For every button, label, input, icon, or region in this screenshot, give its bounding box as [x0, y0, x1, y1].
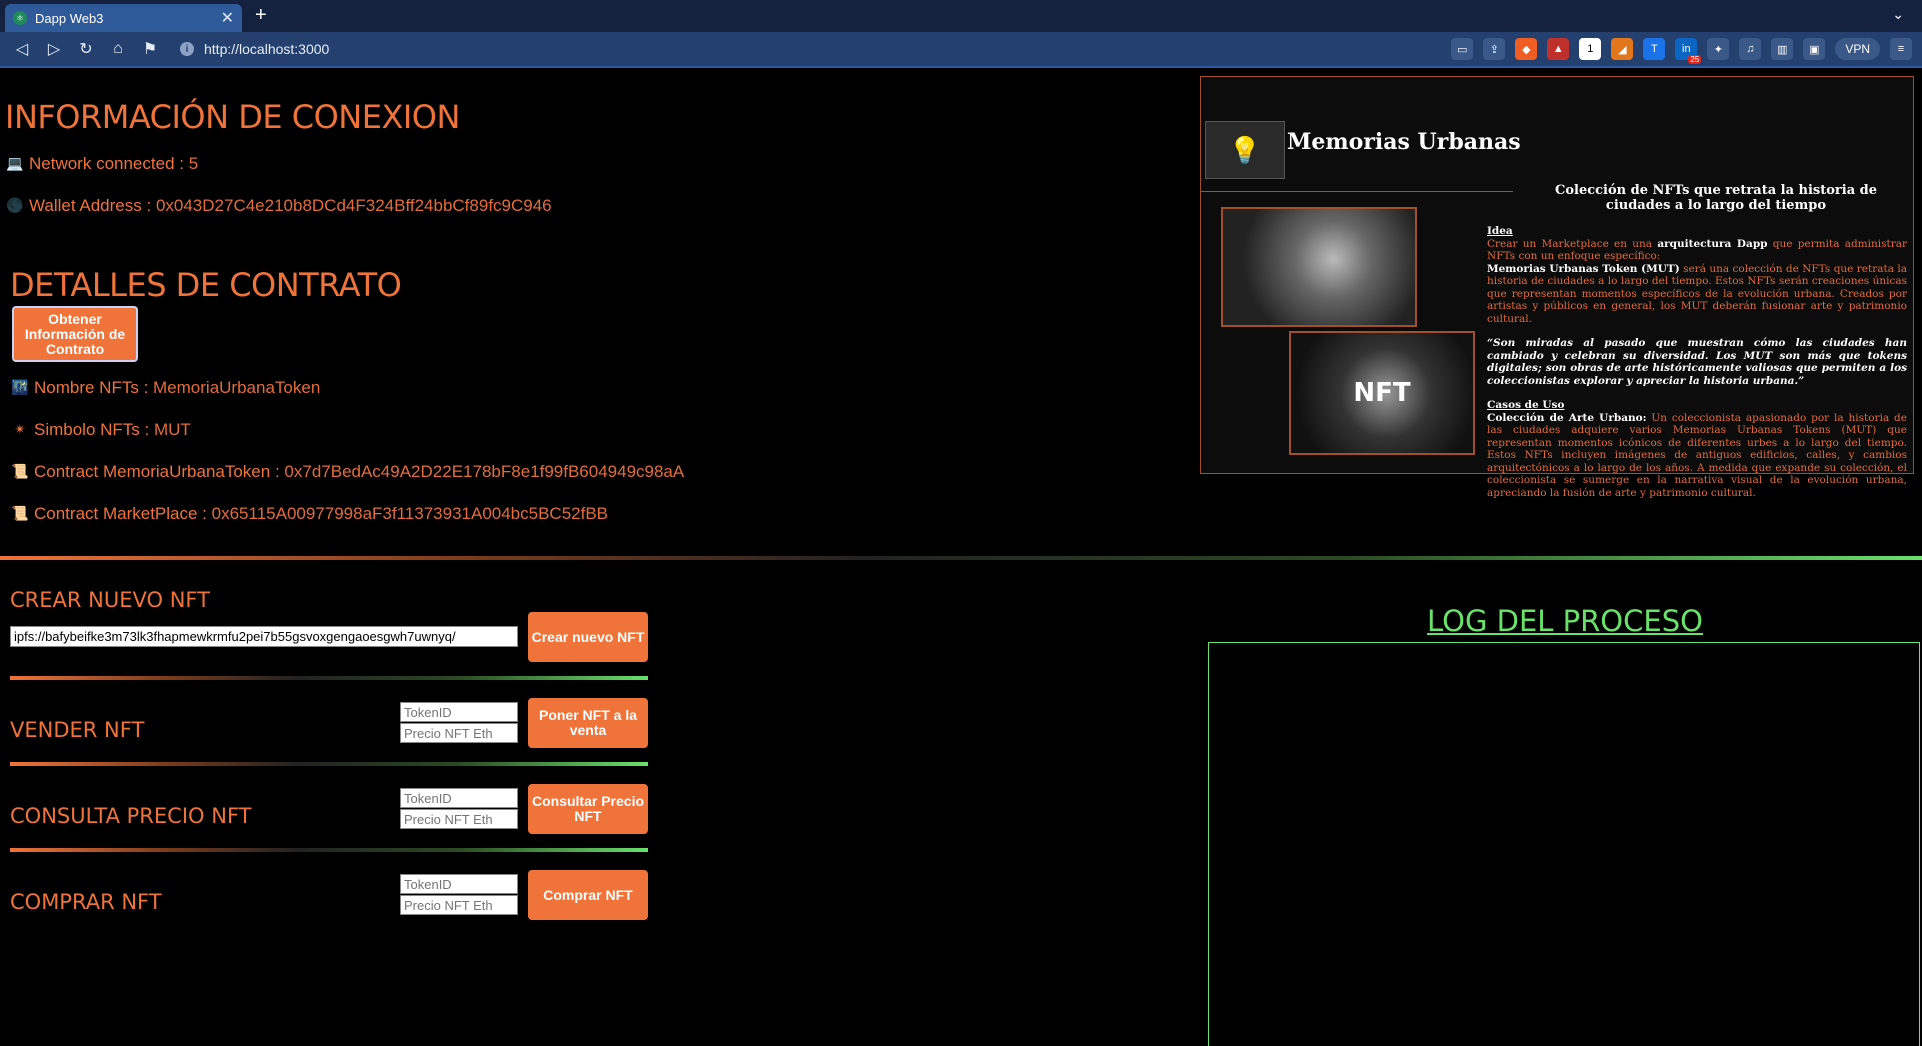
extensions-area: ▭ ⇪ ◆ ▲ 1 ◢ T in 25 ✦ ♫ ▥ ▣ VPN ≡ — [1451, 38, 1912, 64]
use-case-text: Un coleccionista apasionado por la histo… — [1487, 411, 1907, 499]
buy-nft-button[interactable]: Comprar NFT — [528, 870, 648, 920]
create-divider — [10, 676, 648, 680]
translate-icon[interactable]: T — [1643, 38, 1666, 60]
contract-title: DETALLES DE CONTRATO — [10, 266, 402, 304]
token-contract-value: 0x7d7BedAc49A2D22E178bF8e1f99fB604949c98… — [284, 462, 685, 481]
project-preview-panel: 💡 Memorias Urbanas Colección de NFTs que… — [1200, 76, 1914, 499]
music-icon[interactable]: ♫ — [1739, 38, 1762, 60]
token-uri-input[interactable] — [10, 626, 518, 647]
forward-icon[interactable]: ▷ — [38, 33, 70, 65]
cityscape-icon: 🌃 — [11, 379, 29, 395]
query-tokenid-input[interactable] — [400, 788, 518, 808]
nft-name-value: MemoriaUrbanaToken — [153, 378, 321, 397]
nft-image-text: NFT — [1353, 378, 1411, 408]
scroll-icon: 📜 — [11, 463, 29, 479]
metamask-icon[interactable]: ◢ — [1611, 38, 1634, 60]
nft-symbol-label: Simbolo NFTs : — [34, 420, 150, 439]
sell-price-input[interactable] — [400, 723, 518, 743]
connection-title: INFORMACIÓN DE CONEXION — [5, 98, 460, 136]
sell-nft-title: VENDER NFT — [10, 718, 145, 742]
nft-name-label: Nombre NFTs : — [34, 378, 149, 397]
reload-icon[interactable]: ↻ — [70, 33, 102, 65]
laptop-icon: 💻 — [6, 155, 24, 171]
preview-description: Idea Crear un Marketplace en una arquite… — [1487, 225, 1907, 499]
password-extension-icon[interactable]: 1 — [1579, 38, 1602, 60]
preview-divider — [1201, 191, 1513, 192]
bookmark-icon[interactable]: ⚑ — [134, 33, 166, 65]
market-contract-row: 📜 Contract MarketPlace : 0x65115A0097799… — [10, 504, 608, 524]
share-icon[interactable]: ⇪ — [1483, 38, 1506, 60]
preview-subtitle: Colección de NFTs que retrata la histori… — [1554, 183, 1878, 213]
buy-tokenid-input[interactable] — [400, 874, 518, 894]
buy-nft-title: COMPRAR NFT — [10, 890, 162, 914]
buy-price-input[interactable] — [400, 895, 518, 915]
brain-lightbulb-logo-icon: 💡 — [1205, 121, 1285, 179]
preview-quote: “Son miradas al pasado que muestran cómo… — [1487, 337, 1907, 387]
token-contract-label: Contract MemoriaUrbanaToken : — [34, 462, 280, 481]
sell-divider — [10, 762, 648, 766]
nft-symbol-row: ✴ Simbolo NFTs : MUT — [10, 420, 191, 440]
brave-rewards-icon[interactable]: ▲ — [1547, 38, 1570, 60]
tab-title: Dapp Web3 — [35, 10, 104, 26]
wallet-label: Wallet Address : — [29, 196, 152, 215]
preview-brand-title: Memorias Urbanas — [1287, 129, 1521, 155]
query-price-title: CONSULTA PRECIO NFT — [10, 804, 252, 828]
query-price-button[interactable]: Consultar Precio NFT — [528, 784, 648, 834]
use-case-title: Colección de Arte Urbano: — [1487, 411, 1647, 424]
globe-icon: 🌑 — [6, 197, 24, 213]
brave-shields-icon[interactable]: ◆ — [1515, 38, 1538, 60]
idea-text-1: Crear un Marketplace en una — [1487, 237, 1653, 250]
market-contract-value: 0x65115A00977998aF3f11373931A004bc5BC52f… — [211, 504, 609, 523]
new-tab-button[interactable]: + — [255, 4, 267, 27]
back-icon[interactable]: ◁ — [6, 33, 38, 65]
browser-toolbar: ◁ ▷ ↻ ⌂ ⚑ i http://localhost:3000 ▭ ⇪ ◆ … — [0, 32, 1922, 68]
site-info-icon[interactable]: i — [180, 42, 194, 56]
idea-mut-name: Memorias Urbanas Token (MUT) — [1487, 262, 1680, 275]
use-cases-heading: Casos de Uso — [1487, 399, 1565, 411]
wallet-value: 0x043D27C4e210b8DCd4F324Bff24bbCf89fc9C9… — [155, 196, 552, 215]
puzzle-extensions-icon[interactable]: ✦ — [1707, 38, 1730, 60]
nft-name-row: 🌃 Nombre NFTs : MemoriaUrbanaToken — [10, 378, 320, 398]
create-nft-title: CREAR NUEVO NFT — [10, 588, 210, 612]
tab-list-chevron-icon[interactable]: ⌄ — [1892, 6, 1904, 23]
address-bar-url: http://localhost:3000 — [204, 41, 330, 57]
process-log-title: LOG DEL PROCESO — [1427, 604, 1703, 638]
react-favicon-icon: ⚛ — [13, 11, 27, 25]
sparkle-icon: ✴ — [14, 421, 26, 437]
wallet-icon[interactable]: ▣ — [1803, 38, 1826, 60]
sell-nft-button[interactable]: Poner NFT a la venta — [528, 698, 648, 748]
scroll-icon: 📜 — [11, 505, 29, 521]
menu-icon[interactable]: ≡ — [1890, 38, 1912, 60]
network-row: 💻 Network connected : 5 — [5, 154, 198, 174]
idea-text-dapp: arquitectura Dapp — [1657, 237, 1768, 250]
browser-tabbar: ⚛ Dapp Web3 ✕ + ⌄ — [0, 0, 1922, 32]
vpn-button[interactable]: VPN — [1835, 38, 1880, 60]
extension-badge: 25 — [1688, 55, 1702, 64]
address-bar[interactable]: i http://localhost:3000 — [180, 41, 329, 57]
marketplace-image — [1221, 207, 1417, 327]
network-label: Network connected : — [29, 154, 184, 173]
token-contract-row: 📜 Contract MemoriaUrbanaToken : 0x7d7Bed… — [10, 462, 684, 482]
process-log-box[interactable] — [1208, 642, 1920, 1046]
network-value: 5 — [188, 154, 199, 173]
home-icon[interactable]: ⌂ — [102, 33, 134, 65]
sell-tokenid-input[interactable] — [400, 702, 518, 722]
market-contract-label: Contract MarketPlace : — [34, 504, 207, 523]
sidebar-icon[interactable]: ▥ — [1771, 38, 1794, 60]
wallet-row: 🌑 Wallet Address : 0x043D27C4e210b8DCd4F… — [5, 196, 552, 216]
nft-network-image: NFT — [1289, 331, 1475, 455]
get-contract-info-button[interactable]: Obtener Información de Contrato — [12, 306, 138, 362]
section-divider — [0, 556, 1922, 560]
linkedin-extension-icon[interactable]: in 25 — [1675, 38, 1702, 64]
cast-icon[interactable]: ▭ — [1451, 38, 1474, 60]
idea-heading: Idea — [1487, 225, 1513, 237]
tab-close-icon[interactable]: ✕ — [221, 8, 234, 28]
query-divider — [10, 848, 648, 852]
query-price-input[interactable] — [400, 809, 518, 829]
nft-symbol-value: MUT — [153, 420, 191, 439]
dapp-page: INFORMACIÓN DE CONEXION 💻 Network connec… — [0, 70, 1922, 1046]
browser-tab[interactable]: ⚛ Dapp Web3 ✕ — [5, 4, 242, 32]
create-nft-button[interactable]: Crear nuevo NFT — [528, 612, 648, 662]
